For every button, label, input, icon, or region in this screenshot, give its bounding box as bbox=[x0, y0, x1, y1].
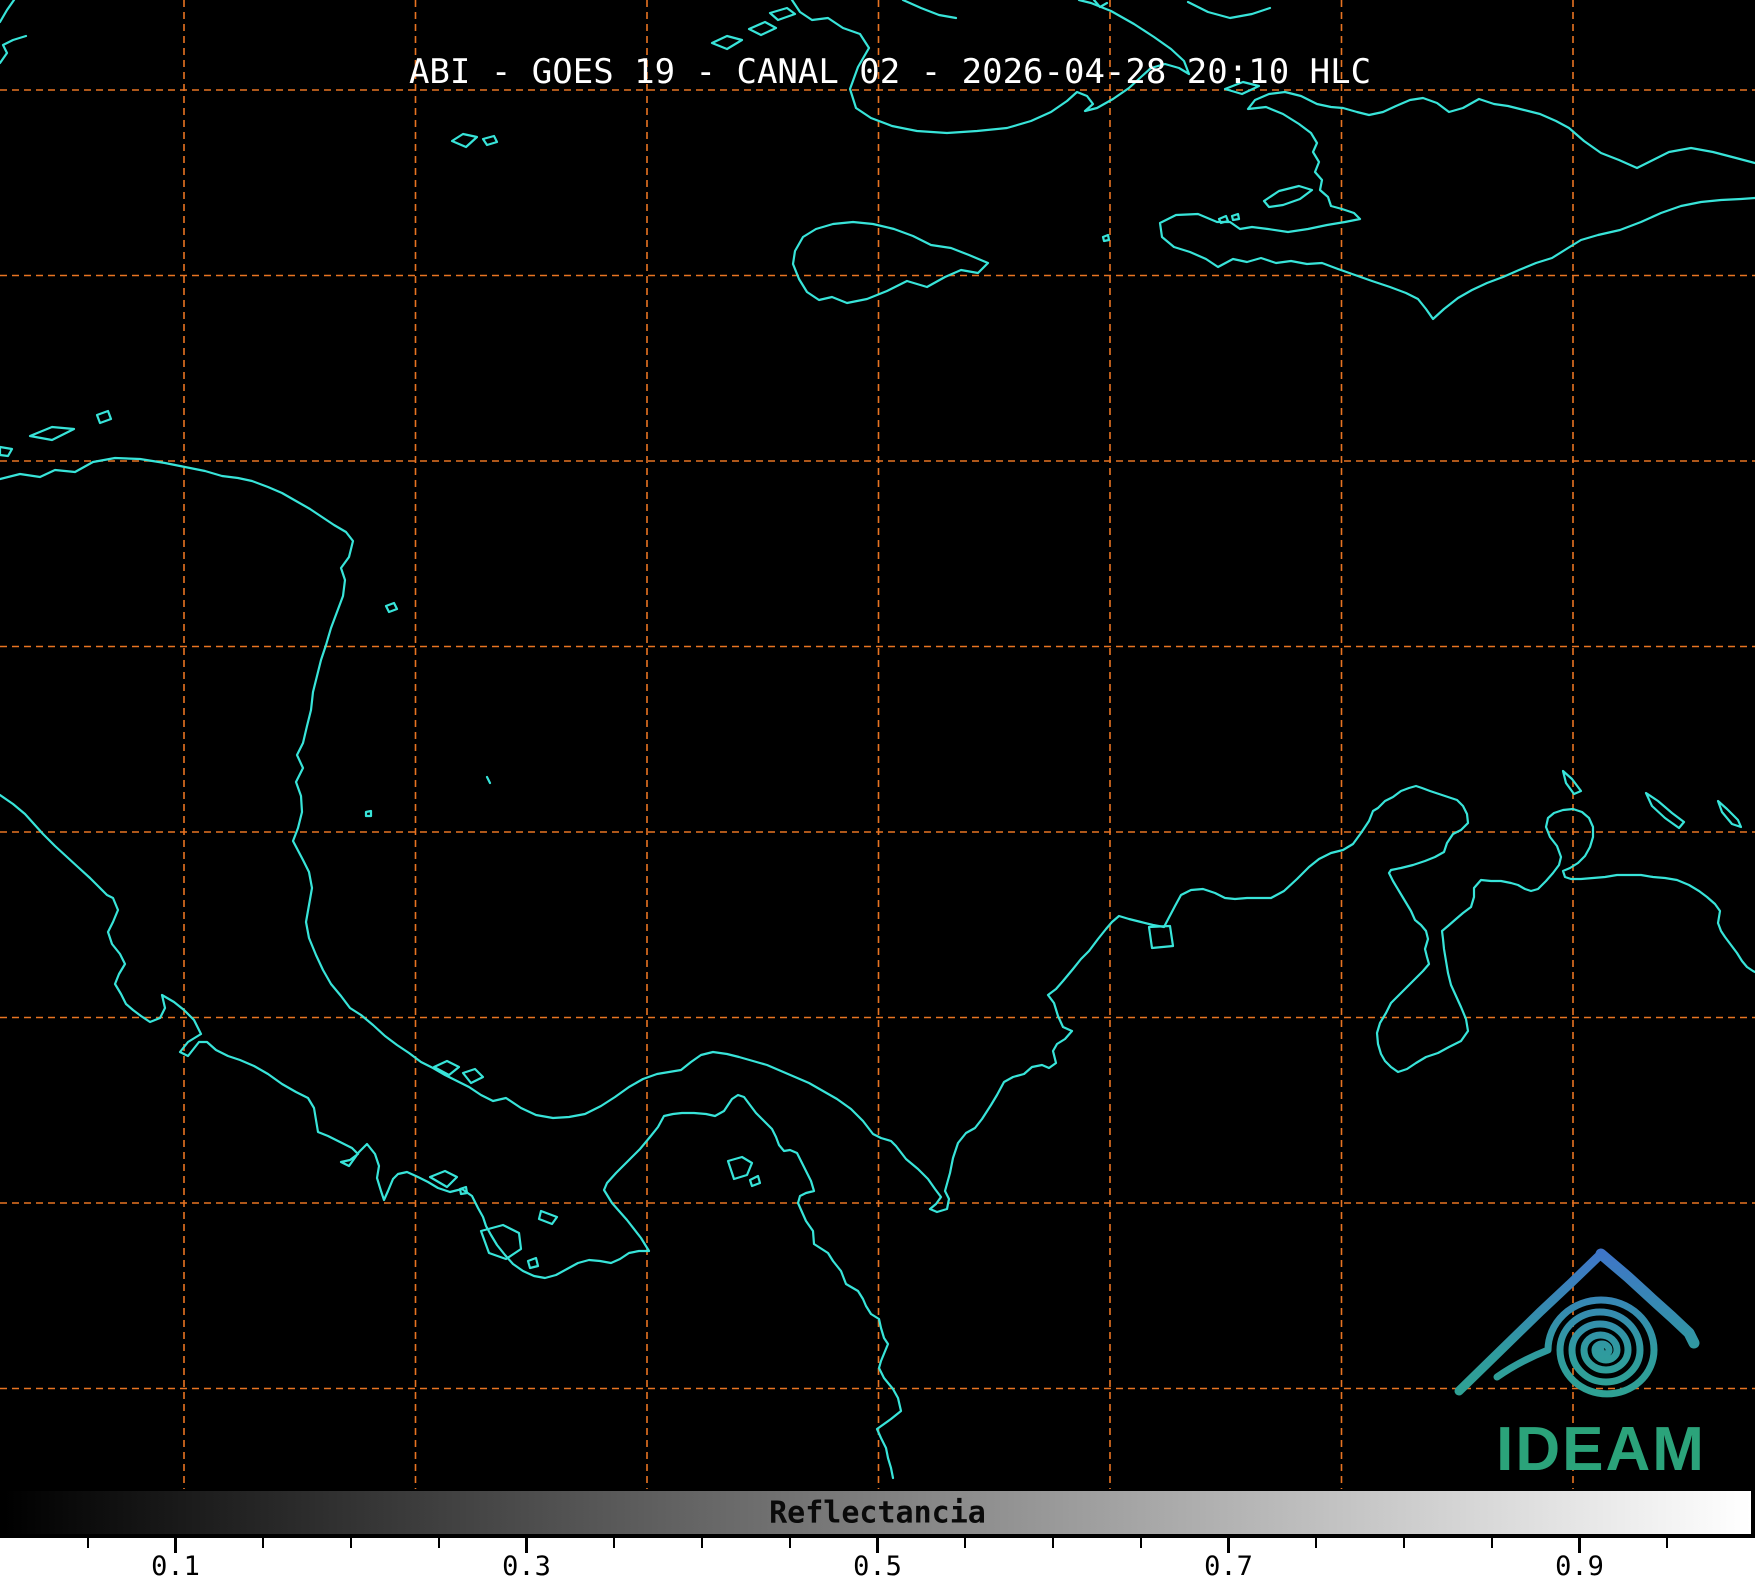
colorbar-minor-tick bbox=[1666, 1538, 1669, 1548]
colorbar-minor-tick bbox=[788, 1538, 791, 1548]
colorbar-axis: 0.1 0.3 0.5 0.7 0.9 bbox=[0, 1538, 1755, 1577]
coastline-hispaniola bbox=[1158, 90, 1755, 321]
coastline-bocas-del-toro-islands bbox=[432, 1059, 485, 1085]
colorbar-tick-label: 0.7 bbox=[1204, 1551, 1253, 1577]
coastline-aruba bbox=[1561, 769, 1583, 796]
colorbar-minor-tick bbox=[86, 1538, 89, 1548]
coastline-small-caribbean-islets bbox=[364, 601, 492, 818]
colorbar-label: Reflectancia bbox=[769, 1495, 986, 1530]
reflectance-colorbar: Reflectancia bbox=[2, 1489, 1753, 1536]
coastline-caribbean-mainland-honduras-to-venezuela bbox=[0, 456, 1755, 1214]
ideam-logo: IDEAM bbox=[1454, 1248, 1706, 1484]
coastline-coiba-islands bbox=[479, 1209, 559, 1270]
colorbar-tick-label: 0.1 bbox=[151, 1551, 200, 1577]
coastline-cuba-south-cays bbox=[710, 6, 797, 51]
colorbar-tick-label: 0.3 bbox=[502, 1551, 551, 1577]
satellite-image-viewer: IDEAM ABI - GOES 19 - CANAL 02 - 2026-04… bbox=[0, 0, 1755, 1577]
colorbar-minor-tick bbox=[701, 1538, 703, 1548]
coastline-cuba-west-corner bbox=[0, 0, 28, 65]
coastline-curacao bbox=[1644, 791, 1686, 830]
colorbar-minor-tick bbox=[1315, 1538, 1318, 1548]
colorbar-tick-label: 0.9 bbox=[1555, 1551, 1604, 1577]
colorbar-minor-tick bbox=[437, 1538, 440, 1548]
coastline-pacific-coast-nicaragua-to-colombia bbox=[0, 793, 903, 1480]
coastline-cayman-islands bbox=[450, 132, 499, 149]
colorbar-tick-label: 0.5 bbox=[853, 1551, 902, 1577]
colorbar-minor-tick bbox=[1403, 1538, 1405, 1548]
coastline-bonaire bbox=[1716, 799, 1743, 829]
coastline-jamaica bbox=[791, 220, 990, 305]
colorbar-minor-tick bbox=[964, 1538, 967, 1548]
satellite-map-area: IDEAM ABI - GOES 19 - CANAL 02 - 2026-04… bbox=[0, 0, 1755, 1489]
colorbar-minor-tick bbox=[350, 1538, 352, 1548]
map-canvas: IDEAM bbox=[0, 0, 1755, 1489]
coastline-gonave-island bbox=[1262, 184, 1314, 209]
coastline-honduras-bay-islands bbox=[0, 409, 113, 458]
lat-lon-gridlines bbox=[0, 0, 1755, 1489]
colorbar-minor-tick bbox=[1052, 1538, 1054, 1548]
coastline-pearl-islands bbox=[726, 1155, 762, 1188]
coastlines bbox=[0, 0, 1755, 1480]
colorbar-minor-tick bbox=[262, 1538, 265, 1548]
logo-hurricane-spiral-icon bbox=[1493, 1296, 1658, 1398]
logo-wordmark: IDEAM bbox=[1496, 1415, 1706, 1484]
colorbar-minor-tick bbox=[1139, 1538, 1142, 1548]
colorbar-minor-tick bbox=[613, 1538, 616, 1548]
colorbar-minor-tick bbox=[1490, 1538, 1493, 1548]
coastline-santa-marta-lagoon bbox=[1147, 924, 1175, 950]
image-title: ABI - GOES 19 - CANAL 02 - 2026-04-28 20… bbox=[408, 52, 1372, 92]
